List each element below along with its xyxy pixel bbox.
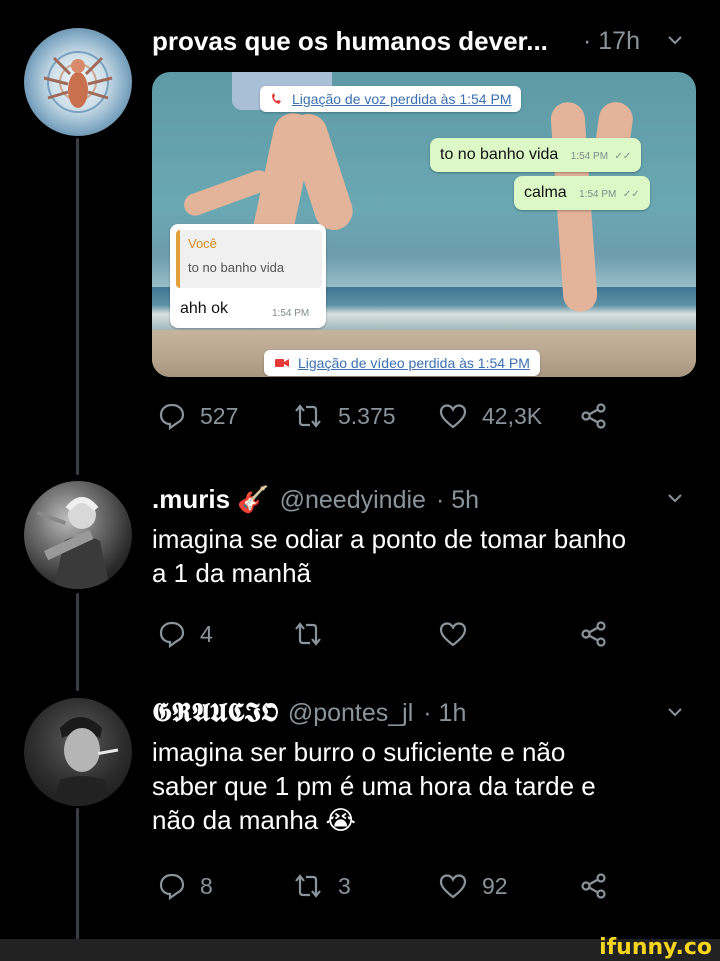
quoted-author: Você: [188, 236, 217, 251]
like-button[interactable]: 42,3K: [438, 402, 542, 430]
chat-message-time: 1:54 PM: [579, 189, 617, 200]
avatar-photo-icon: [52, 717, 119, 806]
thread-line: [76, 138, 79, 475]
tweet2-text: imagina se odiar a ponto de tomar banho …: [152, 522, 700, 590]
tweet3-text-line: imagina ser burro o suficiente e não: [152, 737, 566, 767]
retweet-button[interactable]: 5.375: [292, 402, 396, 430]
chat-message-incoming: Você to no banho vida ahh ok 1:54 PM: [170, 224, 326, 328]
tweet2-timestamp: · 5h: [435, 486, 480, 514]
missed-video-call-notice: Ligação de vídeo perdida às 1:54 PM: [264, 350, 540, 376]
chat-message-text: to no banho vida: [440, 146, 559, 163]
retweet-count: 5.375: [338, 402, 396, 429]
thread-line: [76, 808, 79, 943]
tweet2-handle[interactable]: @needyindie: [280, 486, 426, 515]
tweet3-handle[interactable]: @pontes_jl: [288, 699, 413, 728]
like-button[interactable]: 92: [438, 872, 508, 900]
avatar-photo-icon: [36, 497, 110, 589]
tweet3-text-line: não da manha 😭: [152, 805, 356, 835]
chevron-down-icon[interactable]: [667, 32, 683, 48]
chevron-down-icon[interactable]: [667, 704, 683, 720]
share-icon: [581, 403, 606, 429]
tweet1-media-image[interactable]: Ligação de voz perdida às 1:54 PM to no …: [152, 72, 696, 377]
reply-button[interactable]: 527: [158, 402, 238, 430]
missed-voice-call-text: Ligação de voz perdida às 1:54 PM: [292, 91, 512, 107]
chat-message-time: 1:54 PM: [272, 308, 310, 319]
share-icon: [581, 873, 606, 899]
reply-count: 527: [200, 402, 239, 429]
tweet2-header: .muris 🎸 @needyindie · 5h: [152, 484, 479, 515]
missed-call-icon: [272, 93, 281, 104]
heart-icon: [439, 622, 467, 647]
heart-icon: [439, 874, 467, 899]
like-button[interactable]: [438, 620, 482, 648]
retweet-icon: [295, 874, 321, 898]
tweet3-text: imagina ser burro o suficiente e não sab…: [152, 735, 700, 837]
missed-voice-call-notice: Ligação de voz perdida às 1:54 PM: [260, 86, 522, 112]
retweet-button[interactable]: 3: [292, 872, 351, 900]
avatar[interactable]: [24, 481, 132, 589]
tweet2-author-name[interactable]: .muris 🎸: [152, 484, 270, 515]
reply-button[interactable]: 4: [158, 620, 213, 648]
tweet3-timestamp: · 1h: [423, 699, 467, 727]
tweet3-text-line: saber que 1 pm é uma hora da tarde e: [152, 771, 596, 801]
reply-icon: [159, 621, 185, 648]
share-button[interactable]: [580, 872, 608, 900]
chat-message-time: 1:54 PM: [570, 151, 609, 162]
missed-video-call-text: Ligação de vídeo perdida às 1:54 PM: [298, 355, 530, 371]
chat-message-outgoing: calma 1:54 PM ✓✓: [514, 176, 650, 210]
reply-button[interactable]: 8: [158, 872, 213, 900]
avatar-art-icon: [43, 51, 113, 113]
chat-message-text: calma: [524, 184, 567, 201]
chat-message-outgoing: to no banho vida 1:54 PM ✓✓: [430, 138, 642, 172]
heart-icon: [439, 404, 467, 429]
retweet-count: 3: [338, 872, 351, 899]
chat-message-text: ahh ok: [180, 300, 229, 317]
share-button[interactable]: [580, 402, 608, 430]
retweet-button[interactable]: [292, 620, 338, 648]
quoted-text: to no banho vida: [188, 260, 285, 275]
tweet3-header: 𝕲𝕽𝕬𝖀𝕮𝕴𝕺 @pontes_jl · 1h: [152, 698, 466, 729]
avatar[interactable]: [24, 28, 132, 136]
quoted-message: Você to no banho vida: [176, 230, 322, 288]
reply-count: 8: [200, 872, 213, 899]
missed-video-call-icon: [275, 359, 289, 367]
reply-icon: [159, 873, 185, 900]
thread-line: [76, 593, 79, 691]
tweet1-timestamp: · 17h: [583, 27, 640, 55]
tweet3-author-name[interactable]: 𝕲𝕽𝕬𝖀𝕮𝕴𝕺: [152, 698, 278, 729]
tweet1-author-name[interactable]: provas que os humanos dever...: [152, 26, 548, 57]
share-icon: [581, 621, 606, 647]
tweet2-text-line: imagina se odiar a ponto de tomar banho: [152, 524, 627, 554]
share-button[interactable]: [580, 620, 608, 648]
reply-icon: [159, 403, 185, 430]
chevron-down-icon[interactable]: [667, 490, 683, 506]
double-check-icon: ✓✓: [614, 151, 632, 162]
reply-count: 4: [200, 620, 213, 647]
avatar[interactable]: [24, 698, 132, 806]
like-count: 42,3K: [482, 402, 543, 429]
ifunny-watermark: ifunny.co: [599, 935, 712, 960]
like-count: 92: [482, 872, 508, 899]
retweet-icon: [295, 622, 321, 646]
double-check-icon: ✓✓: [622, 189, 640, 200]
retweet-icon: [295, 404, 321, 428]
tweet2-text-line: a 1 da manhã: [152, 558, 312, 588]
